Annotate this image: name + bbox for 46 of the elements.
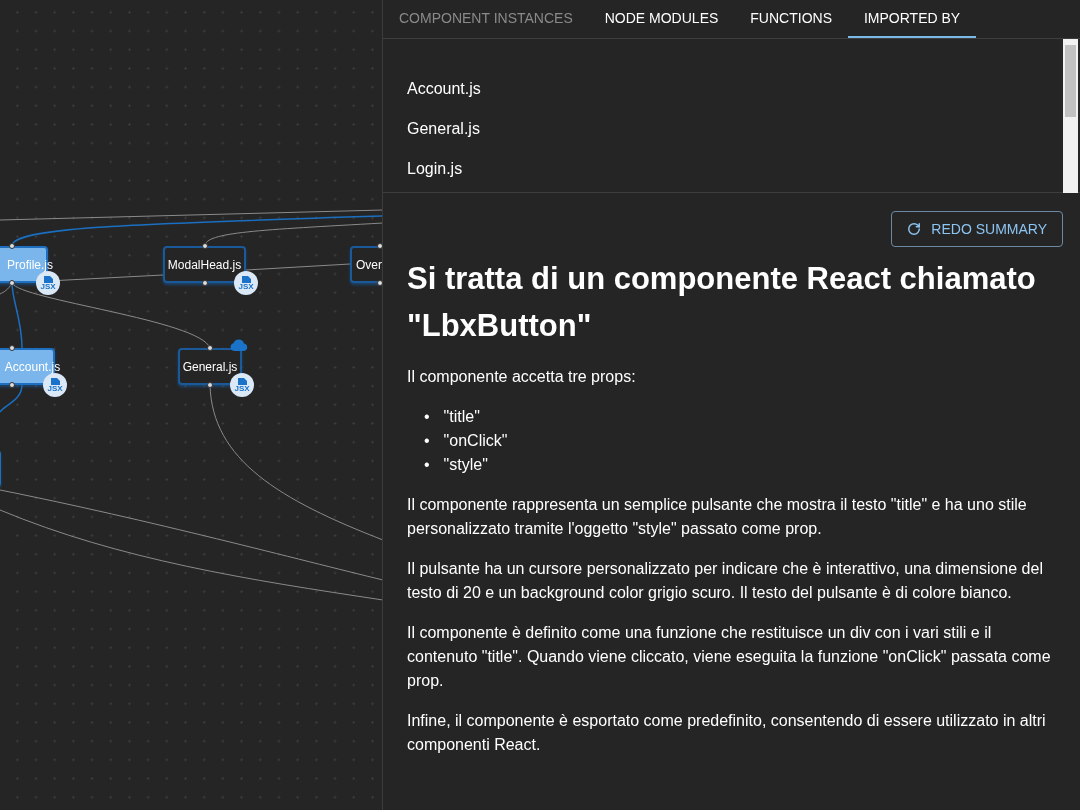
file-link[interactable]: General.js	[407, 119, 1056, 159]
bullet: •	[424, 407, 430, 427]
handle[interactable]	[201, 243, 208, 249]
handle[interactable]	[9, 382, 15, 388]
node-label: Over	[356, 257, 382, 272]
redo-summary-button[interactable]: REDO SUMMARY	[891, 211, 1063, 247]
file-icon	[241, 275, 251, 283]
handle[interactable]	[207, 382, 213, 388]
scrollbar[interactable]	[1063, 39, 1078, 193]
cloud-icon	[230, 339, 248, 351]
prop-item: "onClick"	[443, 431, 508, 451]
node-label: ModalHead.js	[167, 257, 242, 272]
file-link[interactable]: Login.js	[407, 159, 1056, 199]
summary-paragraph: Il componente rappresenta un semplice pulsante che mostra il testo "title" e ha uno stile personalizzato tramite l'oggetto "style" passato come prop.	[407, 495, 1028, 539]
handle[interactable]	[201, 280, 208, 286]
summary-paragraph: Il componente è definito come una funzione che restituisce un div con i vari stili e il contenuto "title". Quando viene cliccato, viene eseguita la funzione "onClick" passata come prop.	[407, 623, 1052, 691]
handle[interactable]	[9, 345, 15, 351]
file-icon	[43, 275, 53, 283]
prop-item: "style"	[443, 455, 488, 475]
badge-label: JSX	[47, 384, 63, 393]
badge-label: JSX	[234, 384, 250, 393]
tab[interactable]: IMPORTED BY	[848, 0, 977, 38]
summary-title: Si tratta di un componente React chiamato "LbxButton"	[407, 260, 1037, 345]
handle[interactable]	[9, 243, 15, 249]
summary-paragraph: Il componente accetta tre props:	[407, 367, 637, 387]
file-icon	[50, 377, 60, 385]
handle[interactable]	[377, 243, 382, 249]
bullet: •	[424, 455, 430, 475]
file-icon	[237, 377, 247, 385]
file-node[interactable]: General.js	[178, 348, 242, 385]
summary-paragraph: Infine, il componente è esportato come predefinito, consentendo di essere utilizzato in altri componenti React.	[407, 711, 1047, 755]
tab[interactable]: FUNCTIONS	[734, 0, 848, 38]
handle[interactable]	[207, 345, 213, 351]
summary-paragraph: Il pulsante ha un cursore personalizzato per indicare che è interattivo, una dimensione del testo di 20 e un background color grigio scuro. Il testo del pulsante è di colore bianco.	[407, 559, 1044, 603]
file-node[interactable]: ModalHead.js	[163, 246, 246, 283]
prop-item: "title"	[443, 407, 480, 427]
node-label: General.js	[182, 359, 238, 374]
badge-label: JSX	[40, 282, 56, 291]
tab[interactable]: NODE MODULES	[588, 0, 735, 38]
bullet: •	[424, 431, 430, 451]
file-link[interactable]: Account.js	[407, 79, 1056, 119]
handle[interactable]	[377, 280, 382, 286]
handle[interactable]	[9, 280, 15, 286]
refresh-icon	[907, 222, 922, 236]
badge-label: JSX	[238, 282, 254, 291]
file-node[interactable]: Over	[350, 246, 382, 283]
